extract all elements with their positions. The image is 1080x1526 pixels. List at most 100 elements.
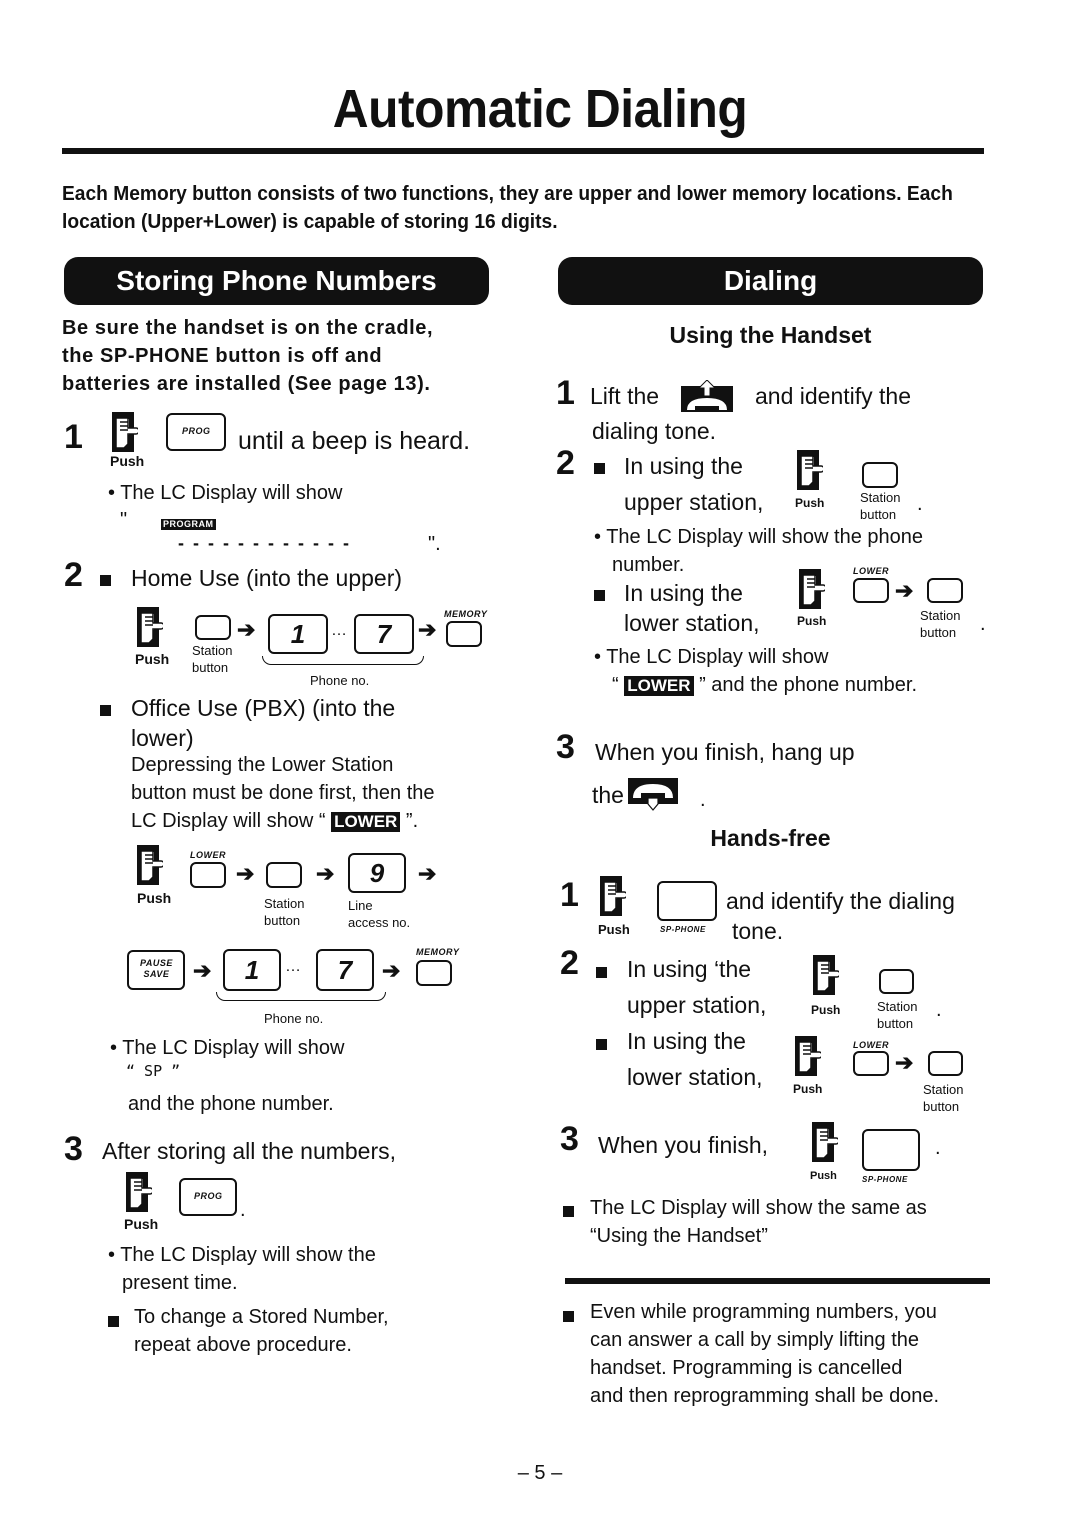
handset-heading: Using the Handset	[669, 322, 872, 348]
prog-key[interactable]: PROG	[166, 413, 226, 451]
home-use-label: Home Use (into the upper)	[131, 565, 403, 591]
precondition-line: Be sure the handset is on the cradle,	[62, 317, 434, 339]
lcd-display-program: PROGRAM	[161, 514, 216, 532]
push-label: Push	[137, 890, 172, 906]
station-label: Station button	[264, 896, 305, 928]
step1-text: until a beep is heard.	[238, 427, 471, 455]
lift-text-pre: Lift the	[590, 383, 660, 409]
square-bullet-icon	[594, 590, 605, 602]
prog-key[interactable]: PROG	[179, 1178, 237, 1216]
sp-phone-key[interactable]	[657, 881, 717, 921]
push-label: Push	[598, 922, 630, 937]
phone-no-brace	[216, 992, 386, 1001]
office-use-label: Office Use (PBX) (into the lower)	[131, 695, 396, 751]
sp-after-text: and the phone number.	[128, 1093, 334, 1115]
lower-bullet: • The LC Display will show “ LOWER ” and…	[594, 646, 918, 696]
lcd-lower-badge: LOWER	[331, 811, 401, 832]
period: .	[917, 493, 923, 515]
hf-upper-text: In using ‘the upper station,	[627, 956, 767, 1018]
push-label: Push	[795, 496, 825, 510]
digit-key-1[interactable]: 1	[268, 614, 328, 654]
lower-key-label: LOWER	[853, 566, 889, 576]
hf-note: The LC Display will show the same as “Usi…	[590, 1197, 927, 1247]
arrow-right-icon: ➔	[418, 861, 437, 886]
push-label: Push	[793, 1082, 823, 1096]
lcd-lower-badge: LOWER	[624, 675, 694, 696]
push-hand-icon	[600, 876, 626, 916]
digit-key-1[interactable]: 1	[223, 949, 281, 991]
step-number: 2	[560, 944, 579, 982]
page-number: – 5 –	[517, 1462, 563, 1484]
office-use-note: Depressing the Lower Station button must…	[131, 754, 435, 832]
lcd-program-badge: PROGRAM	[161, 519, 216, 530]
arrow-right-icon: ➔	[316, 861, 335, 886]
arrow-right-icon: ➔	[382, 958, 401, 983]
step-number: 1	[560, 876, 579, 914]
step1-bullet: • The LC Display will show	[108, 482, 343, 504]
phone-no-label: Phone no.	[310, 673, 370, 688]
digit-key-9[interactable]: 9	[348, 853, 406, 893]
push-hand-icon	[813, 955, 839, 995]
push-hand-icon	[799, 569, 825, 609]
station-key[interactable]	[195, 615, 231, 640]
memory-key[interactable]	[446, 621, 482, 647]
push-label: Push	[110, 453, 145, 469]
lower-key[interactable]	[190, 862, 226, 888]
period: .	[936, 999, 942, 1021]
station-key[interactable]	[879, 969, 914, 994]
ellipsis: …	[285, 958, 301, 975]
step3-text: After storing all the numbers,	[102, 1138, 397, 1164]
lower-key[interactable]	[853, 1051, 889, 1076]
station-key[interactable]	[862, 462, 898, 488]
lower-key[interactable]	[853, 578, 889, 603]
memory-key[interactable]	[416, 960, 452, 986]
title-divider	[62, 148, 984, 154]
square-bullet-icon	[596, 1039, 607, 1051]
step3-bullet: • The LC Display will show the present ti…	[108, 1244, 376, 1294]
arrow-right-icon: ➔	[193, 958, 212, 983]
phone-no-brace	[262, 656, 424, 665]
handset-lift-icon	[681, 380, 733, 412]
push-hand-icon	[795, 1036, 821, 1076]
step-number: 1	[556, 374, 575, 412]
step-number: 1	[64, 418, 83, 456]
lcd-dashes: - - - - - - - - - - - -	[178, 533, 351, 553]
push-hand-icon	[126, 1172, 152, 1212]
lift-text-post: and identify the	[755, 383, 912, 409]
prog-key-label: PROG	[182, 426, 211, 436]
precondition-line: batteries are installed (See page 13).	[62, 373, 431, 395]
sp-phone-key[interactable]	[862, 1129, 920, 1171]
push-hand-icon	[137, 607, 163, 647]
lower-station-text: In using the lower station,	[624, 580, 760, 636]
lower-key-label: LOWER	[190, 850, 226, 860]
ellipsis: …	[331, 622, 347, 639]
square-bullet-icon	[563, 1311, 574, 1323]
hf-step1-text: and identify the dialing	[726, 888, 955, 914]
hf-step1-tone: tone.	[732, 918, 784, 944]
station-key[interactable]	[928, 1051, 963, 1076]
phone-no-label: Phone no.	[264, 1011, 324, 1026]
step-number: 3	[560, 1120, 579, 1158]
square-bullet-icon	[108, 1316, 119, 1328]
footer-note: Even while programming numbers, you can …	[590, 1301, 940, 1407]
hangup-the: the	[592, 782, 624, 808]
square-bullet-icon	[596, 967, 607, 979]
arrow-right-icon: ➔	[895, 1050, 914, 1075]
pause-save-key[interactable]: PAUSE SAVE	[127, 950, 185, 990]
lcd-sp-display: “ SP ”	[126, 1062, 181, 1080]
sp-phone-key-label: SP-PHONE	[862, 1175, 908, 1184]
push-hand-icon	[812, 1122, 838, 1162]
upper-station-text: In using the upper station,	[624, 453, 764, 515]
dialing-banner: Dialing	[558, 257, 983, 305]
push-label: Push	[135, 651, 170, 667]
push-label: Push	[810, 1170, 837, 1182]
storing-precondition: Be sure the handset is on the cradle, th…	[62, 314, 502, 398]
digit-key-7[interactable]: 7	[316, 949, 374, 991]
storing-banner: Storing Phone Numbers	[64, 257, 489, 305]
push-hand-icon	[112, 412, 138, 452]
intro-text: Each Memory button consists of two funct…	[62, 183, 953, 233]
station-key[interactable]	[266, 862, 302, 888]
station-key[interactable]	[927, 578, 963, 603]
digit-key-7[interactable]: 7	[354, 614, 414, 654]
push-label: Push	[811, 1003, 841, 1017]
